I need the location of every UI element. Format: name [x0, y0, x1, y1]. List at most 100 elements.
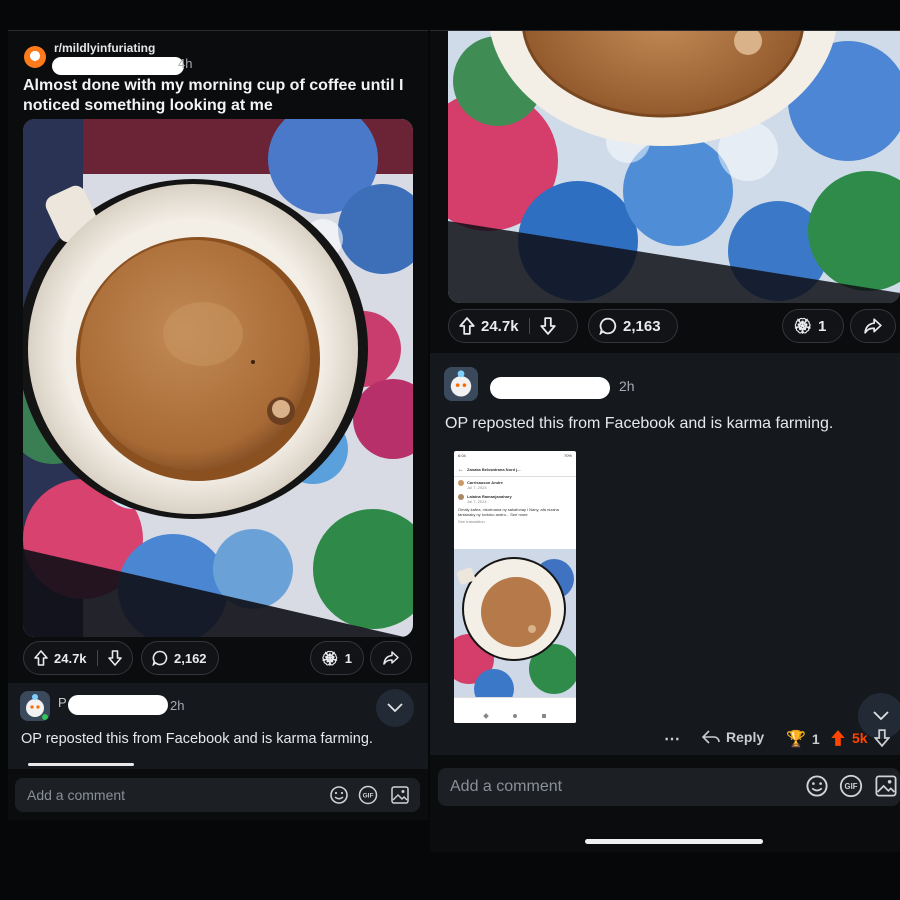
comment-actions: ⋯ [664, 729, 681, 749]
comment-vote-score: 5k [852, 730, 868, 746]
fb-comments: Carrisauson Andre Jul 7, 2024 Lalaina Ra… [454, 477, 576, 527]
home-indicator [585, 839, 763, 844]
comment-text: OP reposted this from Facebook and is ka… [21, 731, 373, 747]
comment-count: 2,162 [174, 650, 207, 666]
add-comment-placeholder: Add a comment [450, 778, 563, 795]
share-button[interactable] [850, 309, 896, 343]
fb-photo [454, 549, 576, 709]
nav-recents-icon[interactable] [542, 714, 546, 718]
share-button[interactable] [370, 641, 412, 675]
fb-avatar-2 [458, 494, 464, 500]
snoo-avatar-icon [450, 370, 472, 397]
post-image[interactable] [23, 119, 413, 637]
fb-status-bar: 6:04 70% [454, 451, 576, 463]
comment-thread: 2h OP reposted this from Facebook and is… [430, 353, 900, 755]
comments-button[interactable]: 2,163 [588, 309, 678, 343]
emoji-icon[interactable] [805, 774, 829, 803]
vote-divider [528, 318, 530, 334]
commenter-avatar[interactable] [20, 691, 50, 721]
coffee-cup-photo [23, 119, 413, 637]
fb-comment-2-date: Jul 7, 2024 [467, 499, 487, 504]
fb-comment-2: Lalaina Ramanjanahary Jul 7, 2024 [458, 494, 572, 504]
vote-pill: 24.7k [448, 309, 578, 343]
add-comment-field[interactable]: Add a comment [438, 768, 900, 806]
share-icon [864, 318, 882, 334]
upvote-count: 24.7k [54, 650, 87, 666]
more-options-icon[interactable]: ⋯ [664, 729, 681, 749]
nav-home-icon[interactable] [513, 714, 517, 718]
commenter-initial: P [58, 695, 67, 710]
comment-text: OP reposted this from Facebook and is ka… [445, 415, 834, 432]
award-icon: 🏵 [793, 318, 813, 335]
comment-award-count: 1 [811, 731, 820, 747]
upvote-count: 24.7k [481, 317, 519, 335]
upvote-icon[interactable] [459, 317, 475, 335]
post-image-cropped[interactable] [448, 31, 900, 303]
award-count: 1 [818, 317, 827, 335]
redacted-commenter [490, 377, 610, 399]
android-nav [483, 713, 546, 719]
reply-label: Reply [726, 729, 765, 745]
image-upload-icon[interactable] [390, 785, 410, 810]
image-upload-icon[interactable] [874, 774, 898, 803]
chevron-down-icon [387, 703, 403, 713]
chevron-down-icon [873, 711, 889, 721]
share-icon [383, 651, 399, 665]
svg-text:GIF: GIF [845, 782, 858, 791]
fb-status-time: 6:04 [458, 453, 466, 458]
add-comment-placeholder: Add a comment [27, 787, 126, 803]
downvote-icon[interactable] [873, 729, 890, 747]
comment-bubble-icon [152, 650, 168, 666]
gif-icon[interactable]: GIF [839, 774, 863, 803]
post-title-line2[interactable]: noticed something looking at me [23, 96, 273, 116]
fb-comment-2-text: Omaly kafea, nisotroana ny sakafonay i N… [458, 507, 559, 517]
upvote-filled-icon[interactable] [830, 729, 846, 747]
scroll-indicator [28, 763, 134, 766]
fb-comment-1: Carrisauson Andre Jul 7, 2024 [458, 480, 572, 490]
fb-comment-1-date: Jul 7, 2024 [467, 485, 487, 490]
snoo-avatar-icon [26, 694, 48, 720]
award-icon: 🏵 [321, 649, 339, 666]
award-button[interactable]: 🏵 1 [782, 309, 844, 343]
fb-avatar-1 [458, 480, 464, 486]
comment-time: 2h [170, 698, 185, 713]
fb-page-name: Zanaka Belowdrana Nord j... [467, 467, 521, 472]
emoji-icon[interactable] [329, 785, 349, 810]
composite-screenshot: r/mildlyinfuriating 4h Almost done with … [0, 0, 900, 900]
fb-see-translation[interactable]: See translation [458, 519, 572, 524]
reply-button[interactable]: Reply [702, 729, 764, 745]
embedded-screenshot-image[interactable]: 6:04 70% ← Zanaka Belowdrana Nord j... C… [454, 451, 576, 723]
comment-vote: 5k [830, 729, 890, 747]
downvote-icon[interactable] [539, 317, 556, 335]
comment-time: 2h [619, 378, 635, 394]
fb-back-arrow-icon[interactable]: ← [458, 467, 464, 473]
fb-status-battery: 70% [563, 453, 572, 458]
award-button[interactable]: 🏵 1 [310, 641, 364, 675]
commenter-avatar[interactable] [444, 367, 478, 401]
reply-arrow-icon [702, 730, 720, 744]
subreddit-name[interactable]: r/mildlyinfuriating [54, 41, 155, 55]
gif-icon[interactable]: GIF [358, 785, 378, 810]
redacted-commenter [68, 695, 168, 715]
subreddit-avatar[interactable] [24, 46, 46, 68]
downvote-icon[interactable] [107, 650, 122, 666]
post-time: 4h [178, 56, 193, 71]
collapse-button[interactable] [376, 689, 414, 727]
comment-thread: P 2h OP reposted this from Facebook and … [8, 683, 428, 769]
comment-award[interactable]: 🏆 1 [786, 729, 820, 749]
award-icon: 🏆 [786, 731, 806, 748]
post-title-line1[interactable]: Almost done with my morning cup of coffe… [23, 76, 403, 96]
comment-count: 2,163 [623, 317, 661, 335]
redacted-username [52, 57, 184, 75]
right-phone-screen: 24.7k 2,163 🏵 1 2h OP reposted this from… [430, 30, 900, 852]
comment-bubble-icon [599, 317, 617, 335]
fb-bottom-bar [454, 697, 576, 723]
upvote-icon[interactable] [34, 650, 48, 666]
fb-header: ← Zanaka Belowdrana Nord j... [454, 463, 576, 477]
nav-back-icon[interactable] [483, 713, 489, 719]
award-count: 1 [344, 650, 353, 666]
coffee-cup-photo-cropped [448, 31, 900, 303]
vote-pill: 24.7k [23, 641, 133, 675]
svg-text:GIF: GIF [363, 793, 374, 800]
comments-button[interactable]: 2,162 [141, 641, 219, 675]
